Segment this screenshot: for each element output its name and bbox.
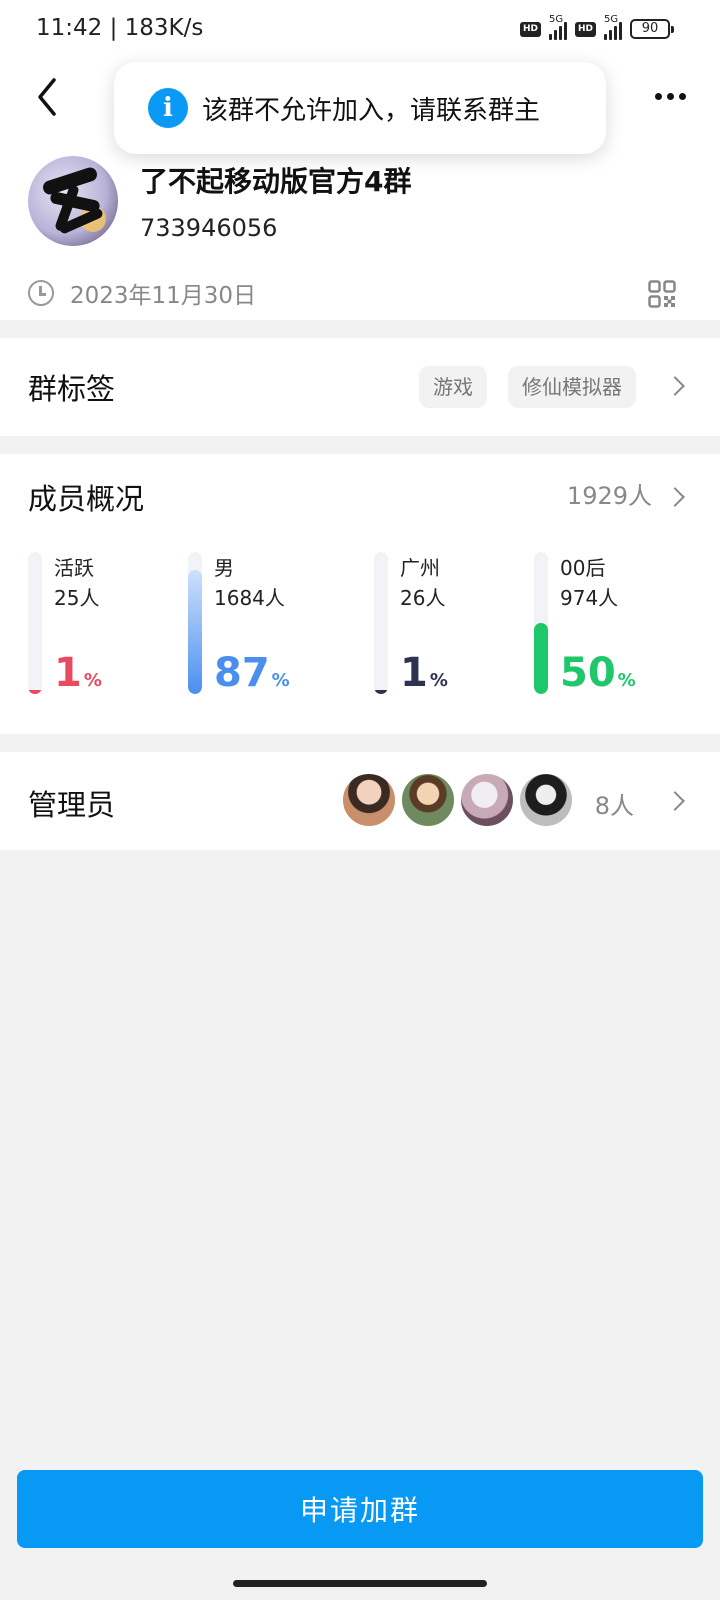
back-button[interactable] (30, 74, 70, 120)
stat-active: 活跃 25人 1% (28, 552, 188, 702)
stat-percent: 50% (560, 650, 636, 704)
stat-count: 974人 (560, 586, 619, 610)
status-icons: HD 5G HD 5G 90 (519, 14, 674, 40)
battery-icon: 90 (630, 19, 674, 39)
stat-percent-value: 50 (560, 650, 616, 696)
stat-male: 男 1684人 87% (188, 552, 348, 702)
avatar (400, 772, 456, 828)
avatar (341, 772, 397, 828)
signal-bar (614, 26, 617, 40)
signal-bar (548, 34, 552, 40)
signal-icon: 5G (548, 14, 567, 40)
signal-bar (619, 22, 622, 40)
stat-label: 00后 (560, 556, 606, 580)
hd-icon: HD (574, 21, 596, 37)
apply-join-button[interactable]: 申请加群 (17, 1470, 703, 1548)
avatar (518, 772, 574, 828)
members-overview: 成员概况 1929人 活跃 25人 1% 男 1684人 87% 广州 26人 … (0, 454, 720, 734)
toast-message: 该群不允许加入，请联系群主 (202, 95, 541, 126)
stat-percent: 1% (54, 650, 102, 704)
hd-icon: HD (519, 21, 541, 37)
more-dot-icon (666, 92, 674, 100)
info-icon: i (148, 88, 188, 128)
stat-bar-track (188, 552, 202, 694)
group-tags-row[interactable]: 群标签 游戏 修仙模拟器 (0, 338, 720, 436)
admin-avatars (338, 772, 574, 828)
tag-chip: 游戏 (419, 366, 487, 408)
more-dot-icon (654, 92, 662, 100)
members-count[interactable]: 1929人 (567, 476, 652, 511)
signal-bar (563, 22, 567, 40)
stat-percent: 1% (400, 650, 448, 704)
network-type-label: 5G (604, 14, 619, 25)
stat-percent-unit: % (617, 670, 636, 691)
stat-location: 广州 26人 1% (374, 552, 534, 702)
signal-icon: 5G (604, 14, 622, 40)
toast-notification: i 该群不允许加入，请联系群主 (114, 62, 606, 154)
stat-bar-track (374, 552, 388, 694)
tag-chip: 修仙模拟器 (508, 366, 636, 408)
stat-percent-unit: % (271, 670, 290, 691)
chevron-right-icon (665, 376, 685, 396)
clock-icon (28, 280, 54, 306)
created-date: 2023年11月30日 (70, 283, 257, 309)
chevron-right-icon (665, 791, 685, 811)
stat-percent-unit: % (83, 670, 102, 691)
stat-bar-fill (374, 690, 388, 694)
stat-count: 25人 (54, 586, 100, 610)
more-options-button[interactable] (650, 84, 690, 108)
stat-bar-track (534, 552, 548, 694)
avatar (459, 772, 515, 828)
stat-bar-fill (188, 570, 202, 694)
chevron-right-icon[interactable] (665, 487, 685, 507)
signal-bar (553, 30, 557, 40)
network-type-label: 5G (548, 14, 564, 25)
members-title: 成员概况 (28, 482, 145, 516)
qr-code-icon[interactable] (648, 280, 676, 308)
stat-percent: 87% (214, 650, 290, 704)
stat-label: 男 (214, 556, 234, 580)
signal-bar (609, 30, 612, 40)
created-date-row: 2023年11月30日 (28, 276, 256, 310)
stat-age: 00后 974人 50% (534, 552, 694, 702)
admins-row[interactable]: 管理员 8人 (0, 752, 720, 850)
stat-bar-fill (28, 690, 42, 694)
group-tags-title: 群标签 (28, 372, 116, 406)
stat-label: 活跃 (54, 556, 94, 580)
stat-percent-value: 1 (400, 650, 428, 696)
home-indicator[interactable] (233, 1580, 487, 1587)
stat-percent-value: 87 (214, 650, 270, 696)
group-avatar[interactable] (28, 156, 118, 246)
stat-count: 26人 (400, 586, 446, 610)
status-bar: 11:42 | 183K/s HD 5G HD 5G 90 (0, 0, 720, 60)
admins-count: 8人 (594, 792, 634, 820)
signal-bar (604, 34, 607, 40)
group-id: 733946056 (140, 214, 278, 242)
signal-bar (558, 26, 562, 40)
back-arrow-icon (38, 78, 56, 116)
stat-percent-unit: % (429, 670, 448, 691)
qr-code-glyph (648, 280, 676, 308)
group-name: 了不起移动版官方4群 (140, 165, 412, 198)
stat-label: 广州 (400, 556, 440, 580)
more-dot-icon (678, 92, 686, 100)
stat-percent-value: 1 (54, 650, 82, 696)
stat-bar-track (28, 552, 42, 694)
admins-title: 管理员 (28, 788, 116, 822)
stat-bar-fill (534, 623, 548, 694)
status-time: 11:42 | 183K/s (36, 15, 204, 41)
stat-count: 1684人 (214, 586, 285, 610)
